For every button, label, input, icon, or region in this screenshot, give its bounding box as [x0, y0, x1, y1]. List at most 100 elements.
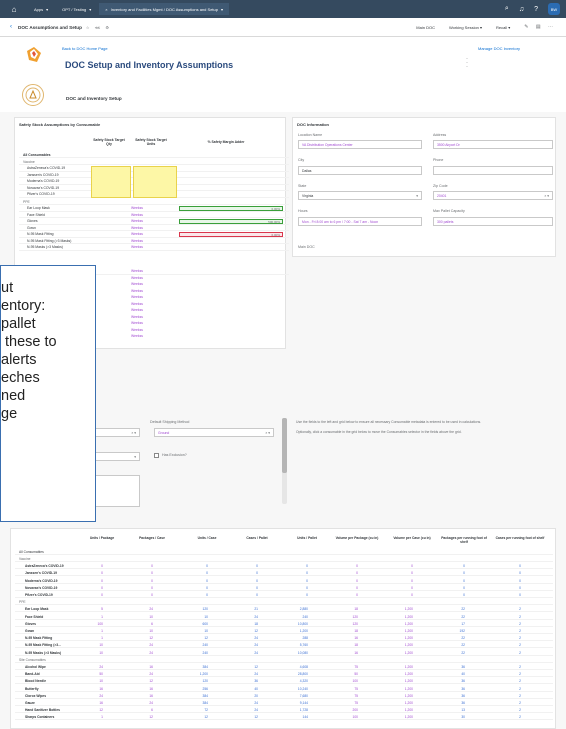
- cell-value[interactable]: 384: [186, 665, 208, 669]
- cell-value[interactable]: 24: [236, 636, 258, 640]
- cell-value[interactable]: 0: [131, 579, 153, 583]
- cell-value[interactable]: 2: [499, 694, 521, 698]
- notes-textarea[interactable]: [92, 475, 140, 507]
- table-row[interactable]: Gauze 16 24 384 24 9,144 75 1,200 36 2: [15, 700, 553, 706]
- cell-value[interactable]: 600: [186, 622, 208, 626]
- list-item[interactable]: N-95 Masks (>3 Masks): [19, 245, 289, 251]
- group-row[interactable]: PPE: [15, 599, 553, 606]
- cell-value[interactable]: 24: [131, 672, 153, 676]
- cell-value[interactable]: 0: [391, 571, 413, 575]
- cell-value[interactable]: 18: [336, 607, 358, 611]
- cell-value[interactable]: 0: [443, 586, 465, 590]
- units-value[interactable]: Weekss: [131, 269, 143, 273]
- cell-value[interactable]: 16: [131, 694, 153, 698]
- cell-value[interactable]: 22: [443, 607, 465, 611]
- scrollbar[interactable]: [282, 418, 287, 504]
- units-value[interactable]: Weekss: [131, 206, 143, 210]
- table-row[interactable]: Face Shield 1 10 10 24 240 120 1,200 22 2: [15, 614, 553, 620]
- cell-value[interactable]: 12: [81, 708, 103, 712]
- avatar[interactable]: BW: [548, 3, 560, 15]
- title-actions-icon[interactable]: ☆ ⋘ ⚙: [86, 25, 111, 30]
- table-row[interactable]: AstraZeneca's COVID-19 0 0 0 0 0 0 0 0 0: [15, 563, 553, 570]
- cell-value[interactable]: 0: [186, 579, 208, 583]
- cell-value[interactable]: 1: [81, 636, 103, 640]
- column-header[interactable]: Units / Case: [182, 536, 232, 541]
- cell-value[interactable]: 1,200: [391, 622, 413, 626]
- cell-value[interactable]: 24: [236, 643, 258, 647]
- home-icon[interactable]: ⌂: [8, 3, 20, 15]
- units-value[interactable]: Weekss: [131, 328, 143, 332]
- column-header[interactable]: Units / Pallet: [282, 536, 332, 541]
- cell-value[interactable]: 100: [336, 679, 358, 683]
- cell-value[interactable]: 2: [499, 643, 521, 647]
- cell-value[interactable]: 0: [131, 586, 153, 590]
- cell-value[interactable]: 75: [336, 694, 358, 698]
- table-row[interactable]: Pfizer's COVID-19 0 0 0 0 0 0 0 0 0: [15, 592, 553, 598]
- cell-value[interactable]: 28,800: [286, 672, 308, 676]
- cell-value[interactable]: 120: [336, 615, 358, 619]
- units-value[interactable]: Weekss: [131, 295, 143, 299]
- cell-value[interactable]: 1,200: [286, 629, 308, 633]
- tab-doc-assumptions[interactable]: × Inventory and Facilities Mgmt / DOC Ass…: [99, 3, 229, 15]
- cell-value[interactable]: 12: [236, 715, 258, 719]
- cell-value[interactable]: 24: [131, 643, 153, 647]
- cell-value[interactable]: 24: [81, 694, 103, 698]
- units-value[interactable]: Weekss: [131, 334, 143, 338]
- tab-opt-testing[interactable]: OPT / Testing ▾: [56, 3, 97, 15]
- cell-value[interactable]: 12: [131, 679, 153, 683]
- cell-value[interactable]: 12: [186, 636, 208, 640]
- cell-value[interactable]: 24: [236, 651, 258, 655]
- cell-value[interactable]: 0: [443, 571, 465, 575]
- address-field[interactable]: 3500 Airport Dr: [433, 140, 553, 149]
- back-arrow-icon[interactable]: ‹: [10, 24, 12, 30]
- table-row[interactable]: Janssen's COVID-19 0 0 0 0 0 0 0 0 0: [15, 570, 553, 577]
- cell-value[interactable]: 0: [336, 586, 358, 590]
- state-select[interactable]: Virginia ▾: [298, 191, 422, 200]
- scrollbar-thumb[interactable]: [282, 418, 287, 473]
- cell-value[interactable]: 24: [81, 665, 103, 669]
- cell-value[interactable]: 2: [499, 701, 521, 705]
- cell-value[interactable]: 12: [236, 665, 258, 669]
- cell-value[interactable]: 384: [186, 701, 208, 705]
- cell-value[interactable]: 0: [391, 579, 413, 583]
- cell-value[interactable]: 20: [236, 694, 258, 698]
- column-header[interactable]: Volume per Case (cu in): [387, 536, 437, 541]
- cell-value[interactable]: 0: [336, 571, 358, 575]
- cell-value[interactable]: 1: [81, 629, 103, 633]
- cell-value[interactable]: 24: [131, 607, 153, 611]
- cell-value[interactable]: 0: [186, 593, 208, 597]
- cell-value[interactable]: 288: [286, 636, 308, 640]
- units-value[interactable]: Weekss: [131, 276, 143, 280]
- table-row[interactable]: Alcohol Wipe 24 16 384 12 4,608 75 1,200 36 2: [15, 664, 553, 670]
- cell-value[interactable]: 7,680: [286, 694, 308, 698]
- cell-value[interactable]: 6: [131, 622, 153, 626]
- cell-value[interactable]: 17: [443, 622, 465, 626]
- cell-value[interactable]: 2: [499, 687, 521, 691]
- cell-value[interactable]: 0: [236, 579, 258, 583]
- cell-value[interactable]: 2: [499, 679, 521, 683]
- cell-value[interactable]: 240: [186, 643, 208, 647]
- cell-value[interactable]: 1: [81, 715, 103, 719]
- cell-value[interactable]: 75: [336, 701, 358, 705]
- cell-value[interactable]: 30: [443, 715, 465, 719]
- default-shipping-select[interactable]: Ground × ▾: [154, 428, 274, 437]
- cell-value[interactable]: 0: [499, 564, 521, 568]
- cell-value[interactable]: 1,200: [391, 701, 413, 705]
- cell-value[interactable]: 100: [336, 715, 358, 719]
- working-session-menu[interactable]: Working Session ▾: [449, 25, 482, 30]
- cell-value[interactable]: 1: [81, 615, 103, 619]
- cell-value[interactable]: 75: [336, 665, 358, 669]
- cell-value[interactable]: 256: [186, 687, 208, 691]
- cell-value[interactable]: 120: [186, 607, 208, 611]
- cell-value[interactable]: 40: [236, 687, 258, 691]
- column-header[interactable]: Cases per running foot of shelf: [495, 536, 545, 541]
- cell-value[interactable]: 12: [131, 636, 153, 640]
- cell-value[interactable]: 10: [81, 679, 103, 683]
- search-icon[interactable]: ⌕: [505, 5, 509, 13]
- cell-value[interactable]: 0: [499, 586, 521, 590]
- cell-value[interactable]: 0: [391, 564, 413, 568]
- all-consumables-row[interactable]: All Consumables: [15, 549, 553, 555]
- cell-value[interactable]: 0: [81, 571, 103, 575]
- cell-value[interactable]: 2: [499, 622, 521, 626]
- units-value[interactable]: Weekss: [131, 282, 143, 286]
